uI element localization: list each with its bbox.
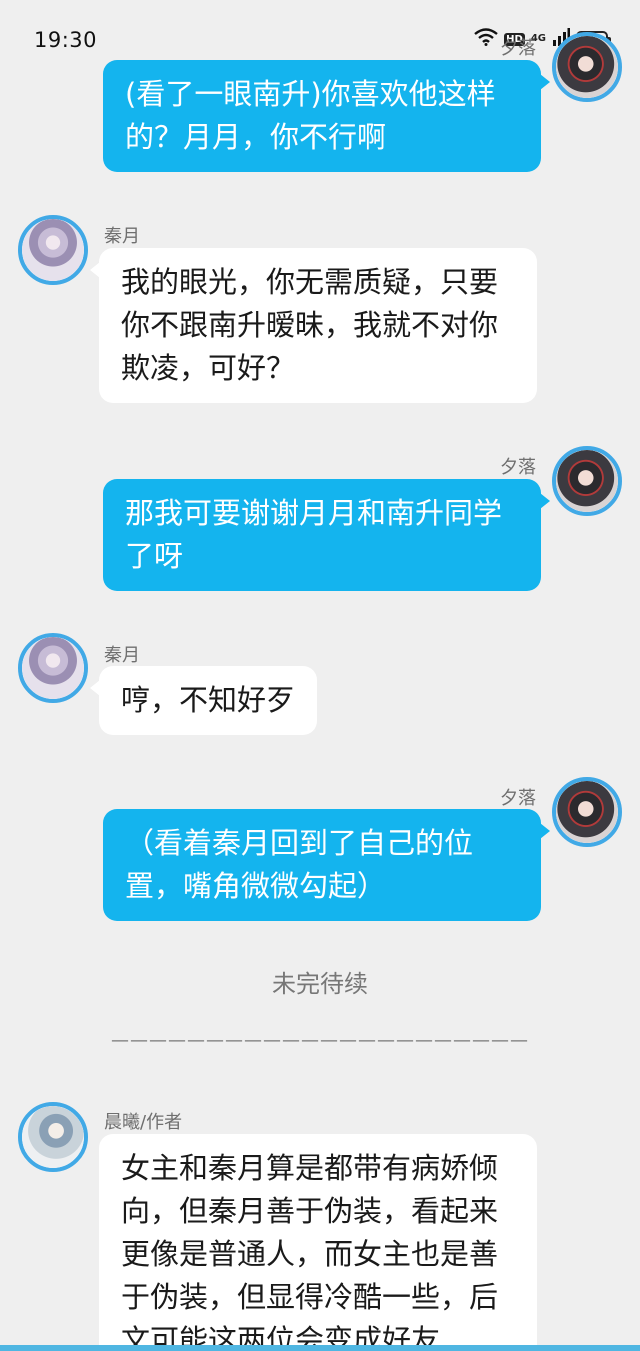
status-time: 19:30 (34, 28, 98, 52)
avatar-chen-xi[interactable] (18, 1102, 88, 1172)
message-bubble[interactable]: （看着秦月回到了自己的位置，嘴角微微勾起） (103, 809, 550, 921)
message-bubble[interactable]: (看了一眼南升)你喜欢他这样的？月月，你不行啊 (103, 60, 550, 172)
sender-name: 秦月 (104, 226, 140, 247)
bottom-edge-bar (0, 1345, 640, 1351)
sender-name: 夕落 (500, 38, 536, 59)
message-bubble[interactable]: 哼，不知好歹 (89, 666, 318, 735)
sender-name: 晨曦/作者 (104, 1112, 183, 1133)
sender-name: 夕落 (500, 457, 536, 478)
avatar-xi-luo[interactable] (552, 777, 622, 847)
message-bubble[interactable]: 女主和秦月算是都带有病娇倾向，但秦月善于伪装，看起来更像是普通人，而女主也是善于… (99, 1134, 537, 1351)
to-be-continued-label: 未完待续 (272, 970, 368, 998)
message-bubble[interactable]: 那我可要谢谢月月和南升同学了呀 (103, 479, 550, 591)
avatar-xi-luo[interactable] (552, 32, 622, 102)
chat-screen: 19:30 HD 4G 74 (0, 0, 640, 1351)
sender-name: 夕落 (500, 788, 536, 809)
divider: —————————————————————— (111, 1030, 529, 1051)
sender-name: 秦月 (104, 645, 140, 666)
avatar-xi-luo[interactable] (552, 446, 622, 516)
message-bubble[interactable]: 我的眼光，你无需质疑，只要你不跟南升暧昧，我就不对你欺凌，可好？ (90, 248, 537, 403)
wifi-icon (474, 28, 498, 50)
avatar-qin-yue[interactable] (18, 633, 88, 703)
avatar-qin-yue[interactable] (18, 215, 88, 285)
